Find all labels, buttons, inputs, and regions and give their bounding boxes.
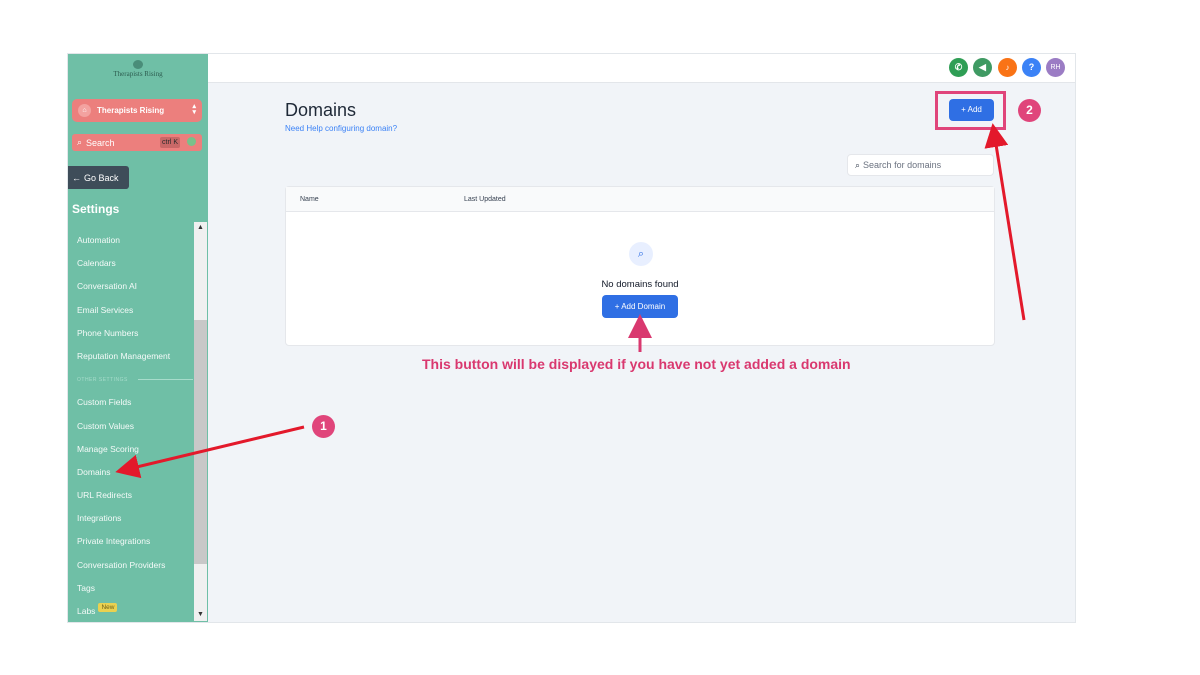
- domains-table: Name Last Updated ⌕ No domains found + A…: [285, 186, 995, 346]
- sidebar: Therapists Rising ⌂ Therapists Rising ▴ ▾…: [68, 54, 208, 622]
- other-settings-label: OTHER SETTINGS: [77, 376, 128, 383]
- sidebar-item-manage-scoring[interactable]: Manage Scoring: [77, 438, 197, 461]
- user-avatar[interactable]: RH: [1046, 58, 1065, 77]
- arrow-left-icon: ←: [72, 172, 81, 183]
- quick-action-icon[interactable]: [187, 137, 196, 146]
- sidebar-item-tags[interactable]: Tags: [77, 577, 197, 600]
- settings-nav: Automation Calendars Conversation AI Ema…: [77, 229, 197, 622]
- sidebar-item-conversation-providers[interactable]: Conversation Providers: [77, 554, 197, 577]
- chevron-updown-icon: ▴ ▾: [192, 103, 196, 116]
- help-icon[interactable]: ?: [1022, 58, 1041, 77]
- sidebar-item-private-integrations[interactable]: Private Integrations: [77, 530, 197, 553]
- sidebar-item-labs[interactable]: Labs New: [77, 600, 197, 622]
- annotation-badge-2: 2: [1018, 99, 1041, 122]
- sidebar-scrollbar[interactable]: ▲ ▼: [194, 222, 207, 621]
- search-icon: ⌕: [855, 160, 861, 170]
- location-switcher[interactable]: ⌂ Therapists Rising ▴ ▾: [72, 99, 202, 122]
- column-name[interactable]: Name: [300, 196, 319, 203]
- highlight-box: [935, 91, 1006, 130]
- help-link[interactable]: Need Help configuring domain?: [285, 124, 397, 133]
- sidebar-item-phone-numbers[interactable]: Phone Numbers: [77, 322, 197, 345]
- sidebar-search[interactable]: ⌕ Search ctrl K: [72, 134, 202, 151]
- column-last-updated[interactable]: Last Updated: [464, 196, 506, 203]
- company-logo[interactable]: Therapists Rising: [112, 60, 164, 90]
- phone-icon[interactable]: ✆: [949, 58, 968, 77]
- empty-search-icon: ⌕: [629, 242, 653, 266]
- search-placeholder: Search for domains: [863, 160, 942, 170]
- domain-search-input[interactable]: ⌕ Search for domains: [847, 154, 994, 176]
- new-badge: New: [98, 603, 118, 612]
- logo-text: Therapists Rising: [113, 70, 163, 78]
- scroll-down-icon[interactable]: ▼: [194, 609, 207, 621]
- empty-state-text: No domains found: [601, 279, 679, 290]
- location-icon: ⌂: [78, 104, 91, 117]
- other-settings-divider: OTHER SETTINGS: [77, 368, 197, 391]
- annotation-badge-1: 1: [312, 415, 335, 438]
- sidebar-item-email-services[interactable]: Email Services: [77, 299, 197, 322]
- logo-mark-icon: [133, 60, 143, 69]
- labs-label: Labs: [77, 606, 96, 616]
- search-shortcut: ctrl K: [160, 137, 180, 148]
- location-name: Therapists Rising: [97, 106, 165, 115]
- search-icon: ⌕: [77, 137, 83, 147]
- divider-line: [137, 379, 193, 381]
- sidebar-item-custom-fields[interactable]: Custom Fields: [77, 391, 197, 414]
- go-back-label: Go Back: [84, 172, 119, 183]
- announcement-icon[interactable]: ◀: [973, 58, 992, 77]
- settings-title: Settings: [72, 202, 120, 216]
- sidebar-item-integrations[interactable]: Integrations: [77, 507, 197, 530]
- scroll-up-icon[interactable]: ▲: [194, 222, 207, 234]
- search-label: Search: [86, 137, 115, 148]
- add-domain-button[interactable]: + Add Domain: [602, 295, 678, 318]
- sidebar-item-domains[interactable]: Domains: [77, 461, 197, 484]
- sidebar-item-custom-values[interactable]: Custom Values: [77, 415, 197, 438]
- scrollbar-thumb[interactable]: [194, 320, 207, 564]
- go-back-button[interactable]: ← Go Back: [68, 166, 129, 189]
- sidebar-item-reputation-management[interactable]: Reputation Management: [77, 345, 197, 368]
- page-title: Domains: [285, 100, 357, 120]
- sidebar-item-url-redirects[interactable]: URL Redirects: [77, 484, 197, 507]
- annotation-note: This button will be displayed if you hav…: [422, 356, 851, 372]
- table-header: Name Last Updated: [286, 187, 994, 212]
- bell-icon[interactable]: ♪: [998, 58, 1017, 77]
- sidebar-item-automation[interactable]: Automation: [77, 229, 197, 252]
- top-header: ✆ ◀ ♪ ? RH: [208, 54, 1075, 83]
- sidebar-item-calendars[interactable]: Calendars: [77, 252, 197, 275]
- sidebar-item-conversation-ai[interactable]: Conversation AI: [77, 275, 197, 298]
